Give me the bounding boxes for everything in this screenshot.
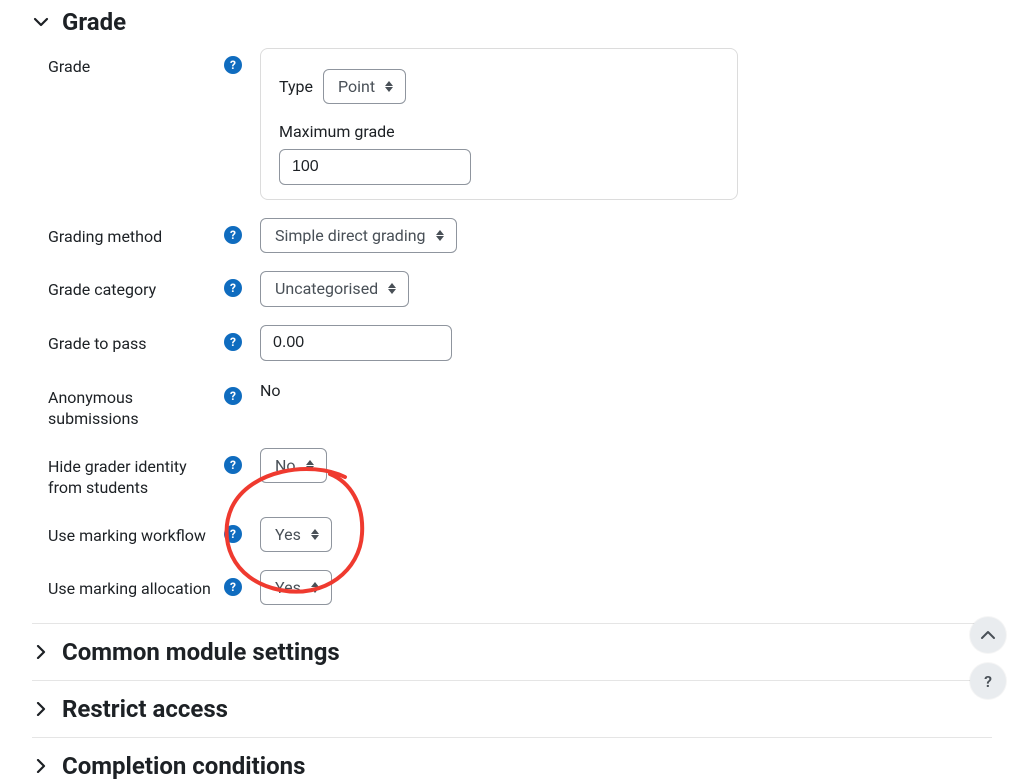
- select-grade-category[interactable]: Uncategorised: [260, 271, 409, 306]
- help-icon-marking-workflow[interactable]: ?: [224, 525, 242, 543]
- chevron-right-icon: [32, 757, 50, 775]
- select-marking-workflow[interactable]: Yes: [260, 517, 332, 552]
- caret-icon: [385, 81, 393, 92]
- input-grade-to-pass[interactable]: [260, 325, 452, 361]
- label-grade: Grade: [48, 56, 224, 78]
- chevron-up-icon: [980, 627, 996, 643]
- select-grading-method-value: Simple direct grading: [275, 226, 426, 245]
- section-toggle-completion[interactable]: Completion conditions: [32, 752, 992, 780]
- grade-settings-box: Type Point Maximum grade: [260, 48, 738, 200]
- label-grade-to-pass: Grade to pass: [48, 333, 224, 355]
- help-icon-anonymous[interactable]: ?: [224, 387, 242, 405]
- floating-help-button[interactable]: ?: [970, 663, 1006, 699]
- select-hide-grader-value: No: [275, 456, 296, 475]
- label-grading-method: Grading method: [48, 226, 224, 248]
- select-grade-category-value: Uncategorised: [275, 279, 378, 298]
- section-title-restrict: Restrict access: [62, 695, 228, 723]
- select-marking-allocation[interactable]: Yes: [260, 570, 332, 605]
- label-marking-workflow: Use marking workflow: [48, 525, 224, 547]
- static-anonymous-value: No: [260, 379, 992, 400]
- help-icon-grading-method[interactable]: ?: [224, 226, 242, 244]
- caret-icon: [311, 582, 319, 593]
- label-grade-type: Type: [279, 77, 313, 96]
- select-marking-workflow-value: Yes: [275, 525, 301, 544]
- help-icon-grade-category[interactable]: ?: [224, 279, 242, 297]
- section-title-completion: Completion conditions: [62, 752, 305, 780]
- question-icon: ?: [984, 672, 992, 691]
- caret-icon: [388, 283, 396, 294]
- chevron-right-icon: [32, 643, 50, 661]
- section-toggle-restrict[interactable]: Restrict access: [32, 695, 992, 723]
- help-icon-hide-grader[interactable]: ?: [224, 456, 242, 474]
- label-anonymous: Anonymous submissions: [48, 387, 224, 430]
- chevron-right-icon: [32, 700, 50, 718]
- select-grading-method[interactable]: Simple direct grading: [260, 218, 457, 253]
- caret-icon: [306, 460, 314, 471]
- help-icon-grade-to-pass[interactable]: ?: [224, 333, 242, 351]
- label-max-grade: Maximum grade: [279, 122, 719, 141]
- label-marking-allocation: Use marking allocation: [48, 578, 224, 600]
- help-icon-marking-allocation[interactable]: ?: [224, 578, 242, 596]
- section-title-grade: Grade: [62, 8, 126, 36]
- section-toggle-common[interactable]: Common module settings: [32, 638, 992, 666]
- select-hide-grader[interactable]: No: [260, 448, 327, 483]
- input-max-grade[interactable]: [279, 149, 471, 185]
- scroll-to-top-button[interactable]: [970, 617, 1006, 653]
- chevron-down-icon: [32, 13, 50, 31]
- select-grade-type[interactable]: Point: [323, 69, 406, 104]
- help-icon-grade[interactable]: ?: [224, 56, 242, 74]
- section-title-common: Common module settings: [62, 638, 340, 666]
- section-toggle-grade[interactable]: Grade: [32, 8, 992, 36]
- label-grade-category: Grade category: [48, 279, 224, 301]
- select-grade-type-value: Point: [338, 77, 375, 96]
- caret-icon: [311, 529, 319, 540]
- select-marking-allocation-value: Yes: [275, 578, 301, 597]
- label-hide-grader: Hide grader identity from students: [48, 456, 224, 499]
- caret-icon: [436, 230, 444, 241]
